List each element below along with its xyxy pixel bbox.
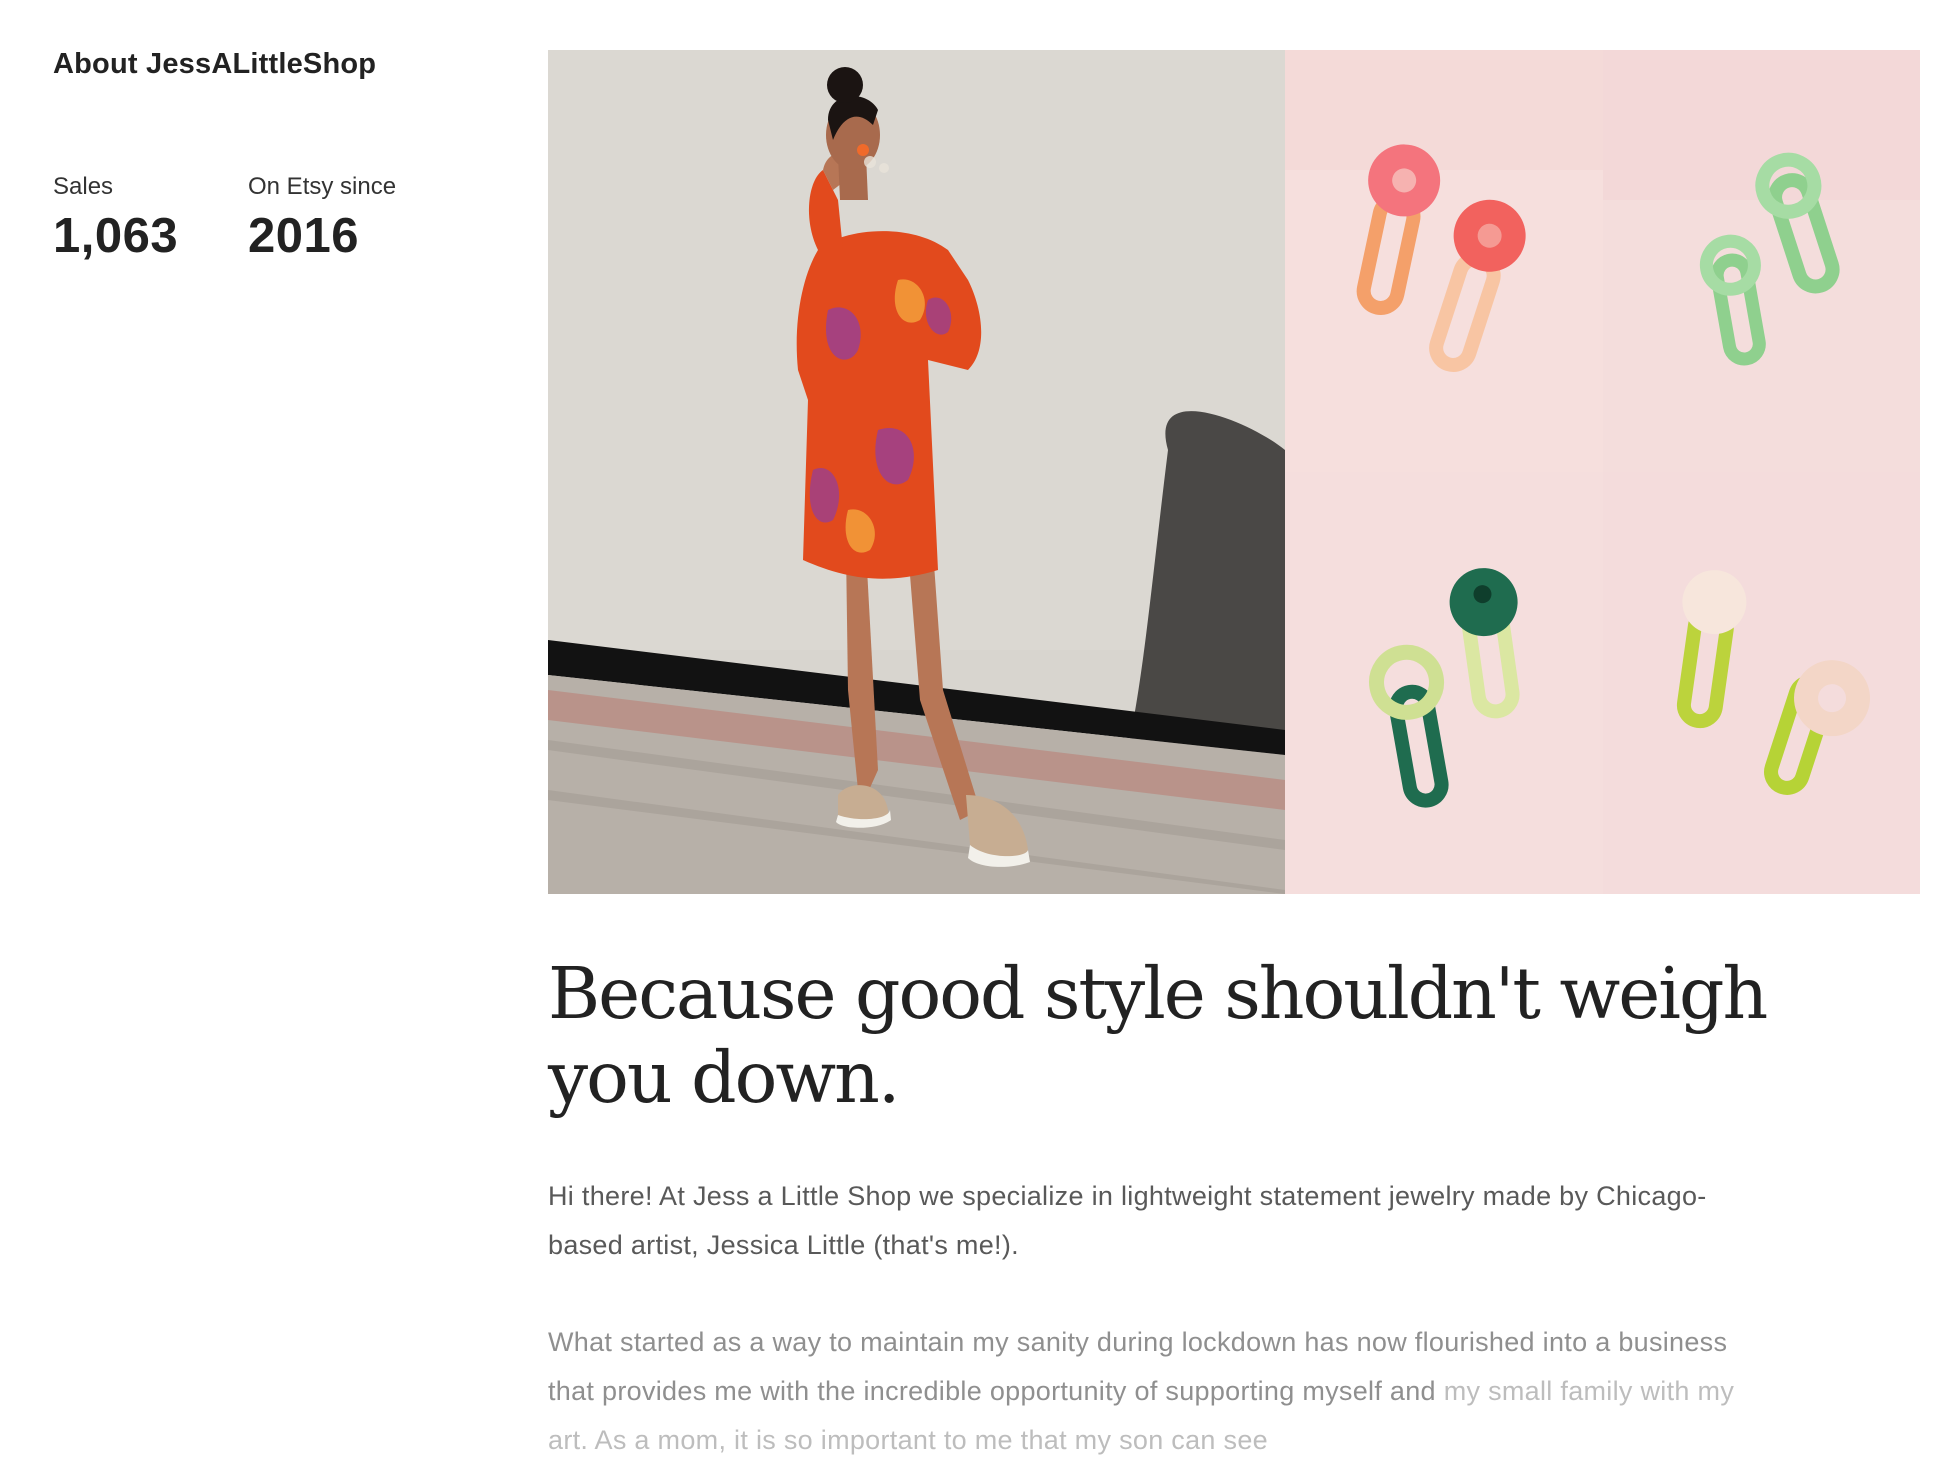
story-paragraph-1: Hi there! At Jess a Little Shop we speci… [548, 1181, 1707, 1260]
earring-photo-grid [1285, 50, 1920, 894]
shop-about-sidebar: About JessALittleShop Sales 1,063 On Ets… [53, 48, 473, 263]
shop-photo-gallery [548, 50, 1920, 894]
on-etsy-since-label: On Etsy since [248, 173, 397, 200]
green-earrings-photo[interactable] [1603, 50, 1920, 472]
shop-story: Because good style shouldn't weigh you d… [548, 50, 1920, 1465]
sales-value: 1,063 [53, 209, 179, 263]
story-headline: Because good style shouldn't weigh you d… [548, 952, 1768, 1119]
sales-label: Sales [53, 173, 114, 200]
on-etsy-since-stat: On Etsy since 2016 [248, 172, 396, 264]
woman-in-orange-floral-dress-photo[interactable] [548, 50, 1285, 894]
about-shop-heading: About JessALittleShop [53, 48, 377, 80]
green-lime-earrings-photo[interactable] [1285, 472, 1603, 894]
lime-pink-earrings-photo[interactable] [1603, 472, 1920, 894]
story-paragraph-2: What started as a way to maintain my san… [548, 1318, 1778, 1465]
sales-stat: Sales 1,063 [53, 172, 178, 264]
shop-stats: Sales 1,063 On Etsy since 2016 [53, 172, 473, 272]
on-etsy-since-value: 2016 [248, 209, 360, 263]
pink-orange-earrings-photo[interactable] [1285, 50, 1603, 472]
